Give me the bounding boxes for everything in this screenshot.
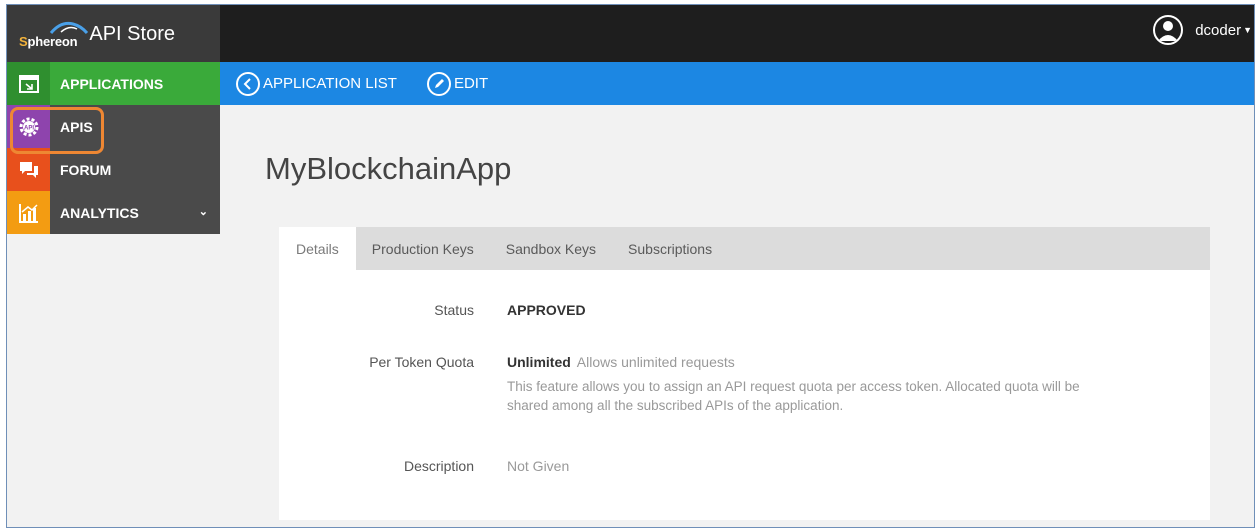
tab-subscriptions[interactable]: Subscriptions [612, 227, 728, 270]
application-list-label: APPLICATION LIST [263, 75, 397, 92]
details-panel: Status APPROVED Per Token Quota Unlimite… [279, 270, 1210, 520]
caret-down-icon: ▼ [1243, 25, 1252, 35]
quota-value: Unlimited [507, 354, 571, 370]
application-list-button[interactable]: APPLICATION LIST [236, 71, 397, 96]
description-value: Not Given [507, 458, 570, 474]
detail-tabs: Details Production Keys Sandbox Keys Sub… [279, 227, 1210, 270]
user-avatar-icon[interactable] [1153, 15, 1184, 45]
quota-label: Per Token Quota [369, 354, 474, 370]
quota-note: This feature allows you to assign an API… [507, 379, 1080, 413]
tab-details[interactable]: Details [279, 227, 356, 270]
edit-button[interactable]: EDIT [426, 71, 489, 96]
sidebar-item-label: FORUM [60, 161, 112, 178]
page-title: MyBlockchainApp [265, 151, 512, 186]
chat-bubbles-icon [7, 148, 50, 191]
spehereon-logo: Sphereon [19, 19, 89, 49]
tab-production-keys[interactable]: Production Keys [356, 227, 490, 270]
description-label: Description [403, 458, 474, 474]
chevron-down-icon[interactable]: ⌄ [199, 205, 208, 218]
pencil-icon [426, 71, 451, 96]
quota-value-block: Unlimited Allows unlimited requests This … [507, 354, 1107, 415]
status-value: APPROVED [507, 302, 586, 318]
application-window-icon [7, 62, 50, 105]
tab-sandbox-keys[interactable]: Sandbox Keys [490, 227, 612, 270]
app-frame: Sphereon API Store dcoder ▼ APPLICATIONS… [6, 4, 1255, 528]
sidebar-item-forum[interactable]: FORUM [7, 148, 220, 191]
bar-chart-icon [7, 191, 50, 234]
api-gear-icon: API [7, 105, 50, 148]
brand[interactable]: Sphereon API Store [7, 5, 220, 62]
sidebar-item-label: APIS [60, 118, 93, 135]
sidebar-item-applications[interactable]: APPLICATIONS [7, 62, 220, 105]
logo-wordmark: phereon [27, 33, 78, 49]
username: dcoder [1195, 21, 1242, 39]
quota-description: Allows unlimited requests [576, 354, 735, 370]
status-label: Status [434, 302, 474, 318]
action-bar: APPLICATION LIST EDIT [220, 62, 1254, 105]
chevron-left-icon [236, 71, 260, 96]
logo-arc-icon [49, 21, 89, 34]
sidebar: APPLICATIONS API APIS FORUM ANALYTICS ⌄ [7, 62, 220, 234]
edit-label: EDIT [453, 75, 489, 92]
sidebar-item-apis[interactable]: API APIS [7, 105, 220, 148]
sidebar-item-label: ANALYTICS [60, 204, 139, 221]
store-title: API Store [89, 23, 175, 45]
user-menu[interactable]: dcoder ▼ [1153, 15, 1252, 45]
top-bar: Sphereon API Store dcoder ▼ [7, 5, 1254, 62]
sidebar-item-analytics[interactable]: ANALYTICS ⌄ [7, 191, 220, 234]
svg-text:API: API [23, 125, 33, 131]
sidebar-item-label: APPLICATIONS [60, 75, 164, 92]
